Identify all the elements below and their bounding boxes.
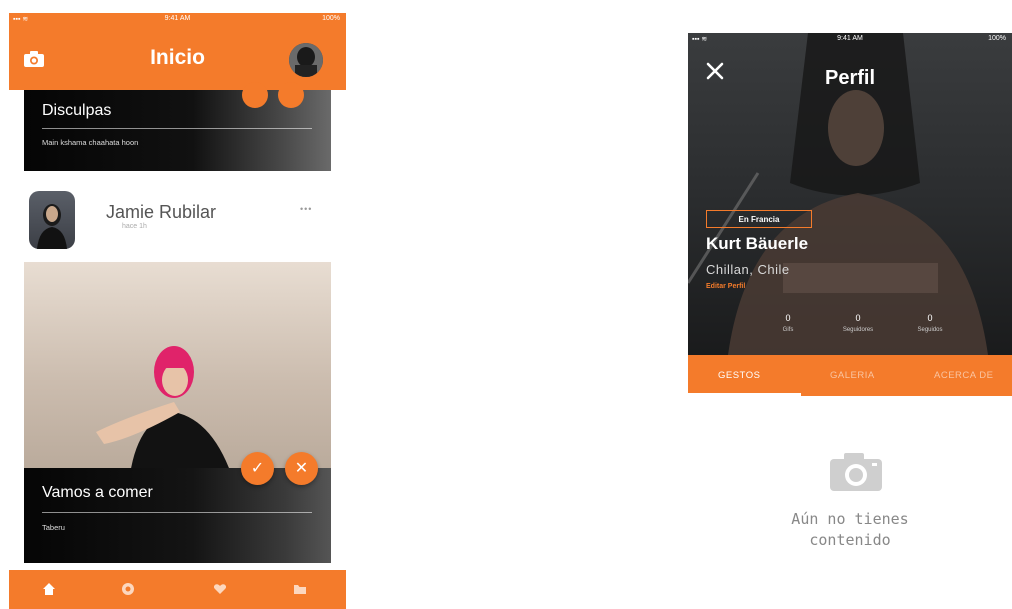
home-screen: ▪▪▪ ≋ 9:41 AM 100% Inicio Disculpas Main… bbox=[9, 13, 346, 609]
profile-tabs: GESTOS GALERIA ACERCA DE bbox=[688, 355, 1012, 396]
card-title: Disculpas bbox=[42, 102, 112, 119]
check-icon[interactable] bbox=[242, 82, 268, 108]
divider bbox=[42, 512, 312, 513]
folder-icon[interactable] bbox=[293, 582, 307, 596]
stat-label: Seguidores bbox=[842, 327, 874, 333]
profile-location: Chillan, Chile bbox=[706, 262, 790, 277]
page-title: Perfil bbox=[824, 67, 876, 89]
stat-value: 0 bbox=[855, 313, 861, 323]
card-subtitle: Main kshama chaahata hoon bbox=[42, 138, 139, 147]
status-bar: ▪▪▪ ≋ 9:41 AM 100% bbox=[9, 13, 346, 25]
stat-value: 0 bbox=[785, 313, 791, 323]
tab-bar bbox=[9, 570, 346, 609]
heart-icon[interactable] bbox=[213, 582, 227, 596]
tab-galeria[interactable]: GALERIA bbox=[830, 370, 875, 381]
battery-level: 100% bbox=[988, 35, 1006, 42]
edit-profile-link[interactable]: Editar Perfil bbox=[706, 283, 745, 290]
active-tab-indicator bbox=[688, 393, 801, 396]
empty-state-line: Aún no tienes bbox=[791, 510, 909, 528]
profile-name: Kurt Bäuerle bbox=[706, 234, 809, 253]
more-options-icon[interactable]: ••• bbox=[300, 204, 312, 214]
status-badge: En Francia bbox=[706, 210, 812, 228]
explore-icon[interactable] bbox=[121, 582, 135, 596]
gesture-card[interactable]: Disculpas Main kshama chaahata hoon bbox=[24, 82, 331, 171]
stat-label: Seguidos bbox=[917, 327, 943, 333]
divider bbox=[42, 128, 312, 129]
caption-title: Vamos a comer bbox=[42, 484, 153, 501]
post-header: Jamie Rubilar hace 1h ••• bbox=[9, 181, 346, 259]
caption-subtitle: Taberu bbox=[42, 523, 65, 532]
profile-screen: ▪▪▪ ≋ 9:41 AM 100% Perfil En Francia Kur… bbox=[688, 33, 1012, 609]
close-icon[interactable] bbox=[278, 82, 304, 108]
check-icon[interactable]: ✓ bbox=[241, 452, 274, 485]
author-name[interactable]: Jamie Rubilar bbox=[106, 202, 216, 223]
status-time: 9:41 AM bbox=[837, 35, 863, 42]
stat-gifs[interactable]: 0 Gifs bbox=[758, 313, 818, 333]
empty-state-message: Aún no tienes contenido bbox=[688, 509, 1012, 551]
author-avatar[interactable] bbox=[29, 191, 75, 249]
home-icon[interactable] bbox=[42, 582, 56, 596]
avatar[interactable] bbox=[289, 43, 323, 77]
stat-value: 0 bbox=[927, 313, 933, 323]
stat-followers[interactable]: 0 Seguidores bbox=[828, 313, 888, 333]
post-media[interactable]: Vamos a comer Taberu ✓ ✕ bbox=[24, 262, 331, 563]
tab-acerca-de[interactable]: ACERCA DE bbox=[934, 370, 993, 381]
profile-hero: ▪▪▪ ≋ 9:41 AM 100% Perfil En Francia Kur… bbox=[688, 33, 1012, 355]
empty-state-line: contenido bbox=[809, 531, 891, 549]
status-bar: ▪▪▪ ≋ 9:41 AM 100% bbox=[688, 33, 1012, 45]
stat-label: Gifs bbox=[782, 327, 794, 333]
stat-following[interactable]: 0 Seguidos bbox=[900, 313, 960, 333]
camera-icon bbox=[830, 451, 882, 496]
close-icon[interactable]: ✕ bbox=[285, 452, 318, 485]
post-time: hace 1h bbox=[122, 223, 147, 230]
status-time: 9:41 AM bbox=[164, 15, 191, 22]
tab-gestos[interactable]: GESTOS bbox=[718, 370, 760, 381]
person-illustration bbox=[96, 346, 234, 482]
caption-panel: Vamos a comer Taberu bbox=[24, 468, 331, 563]
header: ▪▪▪ ≋ 9:41 AM 100% Inicio bbox=[9, 13, 346, 90]
battery-level: 100% bbox=[322, 15, 340, 22]
